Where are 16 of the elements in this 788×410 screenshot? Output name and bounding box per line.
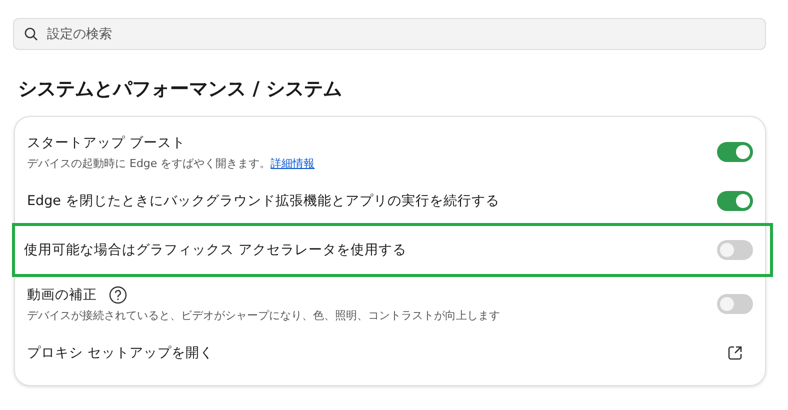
setting-description: デバイスの起動時に Edge をすばやく開きます。 bbox=[27, 156, 271, 170]
toggle-switch[interactable] bbox=[717, 240, 753, 260]
toggle-switch[interactable] bbox=[717, 294, 753, 314]
setting-title: スタートアップ ブースト bbox=[27, 134, 186, 152]
learn-more-link[interactable]: 詳細情報 bbox=[270, 156, 315, 170]
setting-title: プロキシ セットアップを開く bbox=[27, 344, 214, 362]
toggle-switch[interactable] bbox=[717, 142, 753, 162]
external-link-icon[interactable] bbox=[727, 345, 743, 361]
help-icon[interactable] bbox=[109, 286, 127, 304]
search-field[interactable]: 設定の検索 bbox=[13, 18, 766, 50]
setting-title: 動画の補正 bbox=[27, 286, 97, 304]
setting-title: 使用可能な場合はグラフィックス アクセラレータを使用する bbox=[24, 241, 406, 259]
setting-description: デバイスが接続されていると、ビデオがシャープになり、色、照明、コントラストが向上します bbox=[27, 308, 500, 322]
setting-title: Edge を閉じたときにバックグラウンド拡張機能とアプリの実行を続行する bbox=[27, 192, 500, 210]
page-heading: システムとパフォーマンス / システム bbox=[18, 77, 344, 102]
toggle-switch[interactable] bbox=[717, 191, 753, 211]
